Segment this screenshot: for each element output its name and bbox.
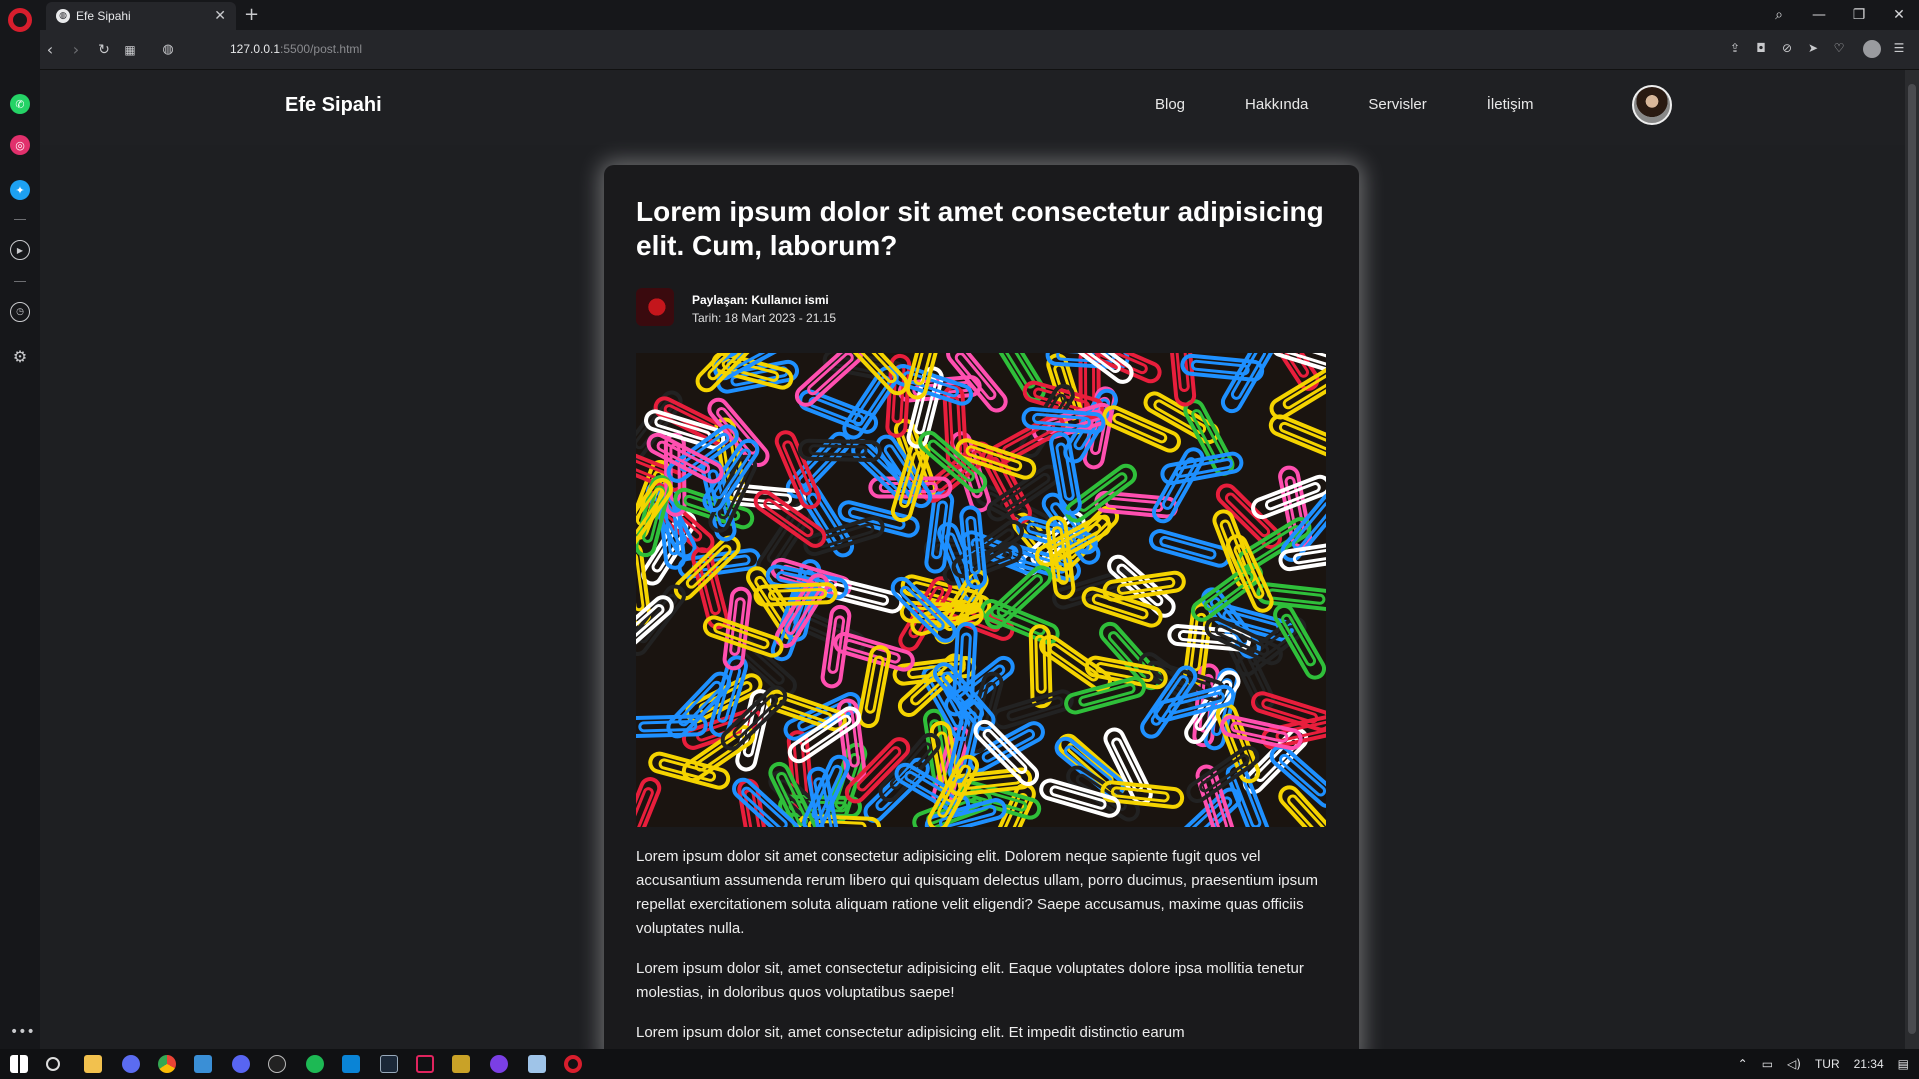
instagram-icon[interactable]: ◎ [10,135,30,155]
new-tab-button[interactable]: + [244,4,259,25]
opera-logo-icon[interactable] [8,8,32,32]
tab-title: Efe Sipahi [76,9,131,23]
close-tab-icon[interactable]: ✕ [214,8,226,24]
speed-dial-icon[interactable]: ▦ [120,40,140,60]
send-icon[interactable]: ➤ [1805,40,1821,56]
windows-start-icon[interactable] [10,1055,28,1073]
minimize-button[interactable]: — [1799,7,1839,23]
close-window-button[interactable]: ✕ [1879,7,1919,23]
system-tray: ⌃ ▭ ◁) TUR 21:34 ▤ [1738,1049,1909,1079]
snapshot-camera-icon[interactable]: ◘ [1753,40,1769,56]
post-card: Lorem ipsum dolor sit amet consectetur a… [604,165,1359,1049]
url-path: :5500/post.html [280,42,363,56]
post-paragraph: Lorem ipsum dolor sit, amet consectetur … [636,1024,1185,1041]
search-tabs-icon[interactable]: ⌕ [1759,7,1799,23]
vscode-icon[interactable] [342,1055,360,1073]
nav-link-servisler[interactable]: Servisler [1368,96,1426,113]
author-avatar [636,288,674,326]
discord-icon[interactable] [232,1055,250,1073]
post-date: Tarih: 18 Mart 2023 - 21.15 [692,311,837,325]
user-profile-avatar[interactable] [1632,85,1672,125]
tray-expand-icon[interactable]: ⌃ [1738,1057,1748,1071]
site-brand[interactable]: Efe Sipahi [285,94,382,117]
post-author: Paylaşan: Kullanıcı ismi [692,293,829,307]
site-header: Efe Sipahi Blog Hakkında Servisler İleti… [40,70,1905,145]
adblock-icon[interactable]: ⊘ [1779,40,1795,56]
page-scrollbar[interactable] [1905,70,1919,1049]
globe-icon: ◍ [56,9,70,23]
network-icon[interactable]: ▭ [1762,1057,1773,1071]
github-icon[interactable] [490,1055,508,1073]
sidebar-divider [14,281,26,282]
tab-efe-sipahi[interactable]: ◍ Efe Sipahi ✕ [46,2,236,30]
more-options-icon[interactable]: ••• [10,1022,35,1042]
profile-avatar-icon[interactable] [1863,40,1881,58]
paperclips-image [636,353,1326,827]
player-icon[interactable]: ▶ [10,240,30,260]
post-paragraph: Lorem ipsum dolor sit amet consectetur a… [636,848,1318,937]
post-body: Lorem ipsum dolor sit amet consectetur a… [636,845,1326,1049]
nav-link-hakkinda[interactable]: Hakkında [1245,96,1308,113]
notepad-icon[interactable] [528,1055,546,1073]
history-icon[interactable]: ◷ [10,302,30,322]
tab-strip: ◍ Efe Sipahi ✕ + ⌕ — ❐ ✕ [40,0,1919,30]
url-host: 127.0.0.1 [230,42,281,56]
settings-gear-icon[interactable]: ⚙ [10,346,30,366]
steam-icon[interactable] [380,1055,398,1073]
whatsapp-icon[interactable]: ✆ [10,94,30,114]
easy-setup-menu-icon[interactable]: ☰ [1891,40,1907,56]
reload-icon[interactable]: ↻ [94,40,114,60]
nav-link-iletisim[interactable]: İletişim [1487,96,1534,113]
post-title: Lorem ipsum dolor sit amet consectetur a… [636,196,1324,261]
sidebar-divider [14,219,26,220]
volume-icon[interactable]: ◁) [1787,1057,1801,1071]
app-icon[interactable] [122,1055,140,1073]
nav-link-blog[interactable]: Blog [1155,96,1185,113]
share-icon[interactable]: ⇪ [1727,40,1743,56]
spotify-icon[interactable] [306,1055,324,1073]
twitter-icon[interactable]: ✦ [10,180,30,200]
opera-taskbar-icon[interactable] [564,1055,582,1073]
app-icon[interactable] [268,1055,286,1073]
opera-sidebar: ✆ ◎ ✦ ▶ ◷ ⚙ ••• [0,0,40,1049]
site-info-globe-icon[interactable]: ◍ [158,40,178,60]
address-bar-actions: ⇪ ◘ ⊘ ➤ ♡ ☰ [1727,40,1907,58]
url-field[interactable]: 127.0.0.1:5500/post.html [230,42,362,56]
post-image-paperclips [636,353,1326,827]
chrome-icon[interactable] [158,1055,176,1073]
search-icon[interactable] [46,1057,60,1071]
app-icon[interactable] [452,1055,470,1073]
back-icon[interactable]: ‹ [40,40,60,60]
clock[interactable]: 21:34 [1854,1057,1884,1071]
window-controls: ⌕ — ❐ ✕ [1759,0,1919,30]
address-bar: ‹ › ↻ ▦ ◍ 127.0.0.1:5500/post.html ⇪ ◘ ⊘… [40,30,1919,70]
post-paragraph: Lorem ipsum dolor sit, amet consectetur … [636,960,1304,1001]
language-indicator[interactable]: TUR [1815,1057,1840,1071]
heart-icon[interactable]: ♡ [1831,40,1847,56]
notifications-icon[interactable]: ▤ [1898,1057,1909,1071]
page-viewport: Efe Sipahi Blog Hakkında Servisler İleti… [40,70,1905,1049]
app-icon[interactable] [416,1055,434,1073]
site-nav: Blog Hakkında Servisler İletişim [1155,96,1593,113]
taskbar: ⌃ ▭ ◁) TUR 21:34 ▤ [0,1049,1919,1079]
forward-icon[interactable]: › [66,40,86,60]
file-explorer-icon[interactable] [84,1055,102,1073]
scrollbar-thumb[interactable] [1908,84,1916,1034]
app-icon[interactable] [194,1055,212,1073]
restore-button[interactable]: ❐ [1839,7,1879,23]
